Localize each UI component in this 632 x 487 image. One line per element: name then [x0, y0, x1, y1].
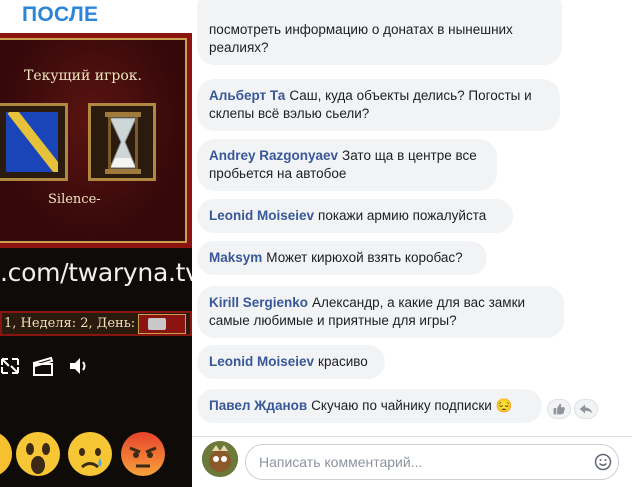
comments-panel: посмотреть информацию о донатах в нынешн… [192, 0, 632, 487]
comment-author-link[interactable]: Павел Жданов [209, 398, 307, 413]
reactions-bar [0, 427, 192, 487]
banner-label: ПОСЛЕ [22, 3, 99, 26]
comment-bubble: посмотреть информацию о донатах в нынешн… [197, 0, 562, 65]
reply-icon[interactable] [574, 399, 598, 419]
comment-bubble: Альберт Та Саш, куда объекты делись? Пого… [197, 79, 560, 131]
comment-composer [192, 436, 632, 487]
video-panel: Текущий игрок. Silence- .com/twaryna.tv … [0, 0, 192, 487]
player-flag-frame [0, 103, 68, 181]
comment-author-link[interactable]: Leonid Moiseiev [209, 354, 314, 369]
comment-author-link[interactable]: Kirill Sergienko [209, 295, 308, 310]
comment-author-link[interactable]: Альберт Та [209, 88, 285, 103]
player-name: Silence- [48, 192, 101, 207]
stream-url-overlay: .com/twaryna.tv [0, 258, 192, 287]
game-date-text: 1, Неделя: 2, День: 2 [4, 316, 148, 331]
volume-icon[interactable] [67, 354, 89, 378]
chat-toggle-button[interactable] [138, 314, 186, 334]
fullscreen-icon[interactable] [0, 354, 20, 378]
sad-emoji-icon[interactable] [67, 431, 113, 477]
banner: ПОСЛЕ [0, 0, 192, 33]
chat-icon [148, 318, 166, 330]
hourglass-frame [88, 103, 156, 181]
comment-author-link[interactable]: Leonid Moiseiev [209, 208, 314, 223]
avatar [202, 441, 238, 477]
comment-text: посмотреть информацию о донатах в нынешн… [209, 22, 513, 55]
comment-bubble: Leonid Moiseiev красиво [197, 345, 385, 379]
comment-bubble: Maksym Может кирюхой взять коробас? [197, 241, 487, 275]
comment-author-link[interactable]: Maksym [209, 250, 262, 265]
comment-actions [547, 399, 607, 419]
game-screen: Текущий игрок. Silence- [0, 33, 192, 248]
current-player-label: Текущий игрок. [24, 68, 142, 84]
divider [192, 436, 632, 437]
video-controls [0, 354, 192, 384]
like-icon[interactable] [547, 399, 571, 419]
hourglass-icon [105, 112, 141, 174]
reaction-partial-icon[interactable] [0, 431, 12, 477]
angry-emoji-icon[interactable] [120, 431, 166, 477]
comment-bubble: Kirill Sergienko Александр, а какие для в… [197, 286, 564, 338]
wow-emoji-icon[interactable] [15, 431, 61, 477]
comment-text: Скучаю по чайнику подписки 😔 [311, 398, 513, 413]
comment-bubble: Andrey Razgonyaev Зато ща в центре все пр… [197, 139, 497, 191]
game-status-bar: 1, Неделя: 2, День: 2 [0, 311, 192, 336]
comment-input[interactable] [245, 444, 619, 480]
emoji-picker-icon[interactable] [594, 453, 612, 471]
player-flag-icon [6, 112, 58, 172]
game-frame: Текущий игрок. Silence- [0, 38, 187, 243]
comment-text: покажи армию пожалуйста [318, 208, 487, 223]
comment-author-link[interactable]: Andrey Razgonyaev [209, 148, 338, 163]
comment-text: Может кирюхой взять коробас? [266, 250, 463, 265]
clapperboard-icon[interactable] [32, 354, 54, 378]
comment-bubble: Leonid Moiseiev покажи армию пожалуйста [197, 199, 513, 233]
comment-bubble: Павел Жданов Скучаю по чайнику подписки 😔 [197, 389, 542, 423]
comment-text: красиво [318, 354, 368, 369]
